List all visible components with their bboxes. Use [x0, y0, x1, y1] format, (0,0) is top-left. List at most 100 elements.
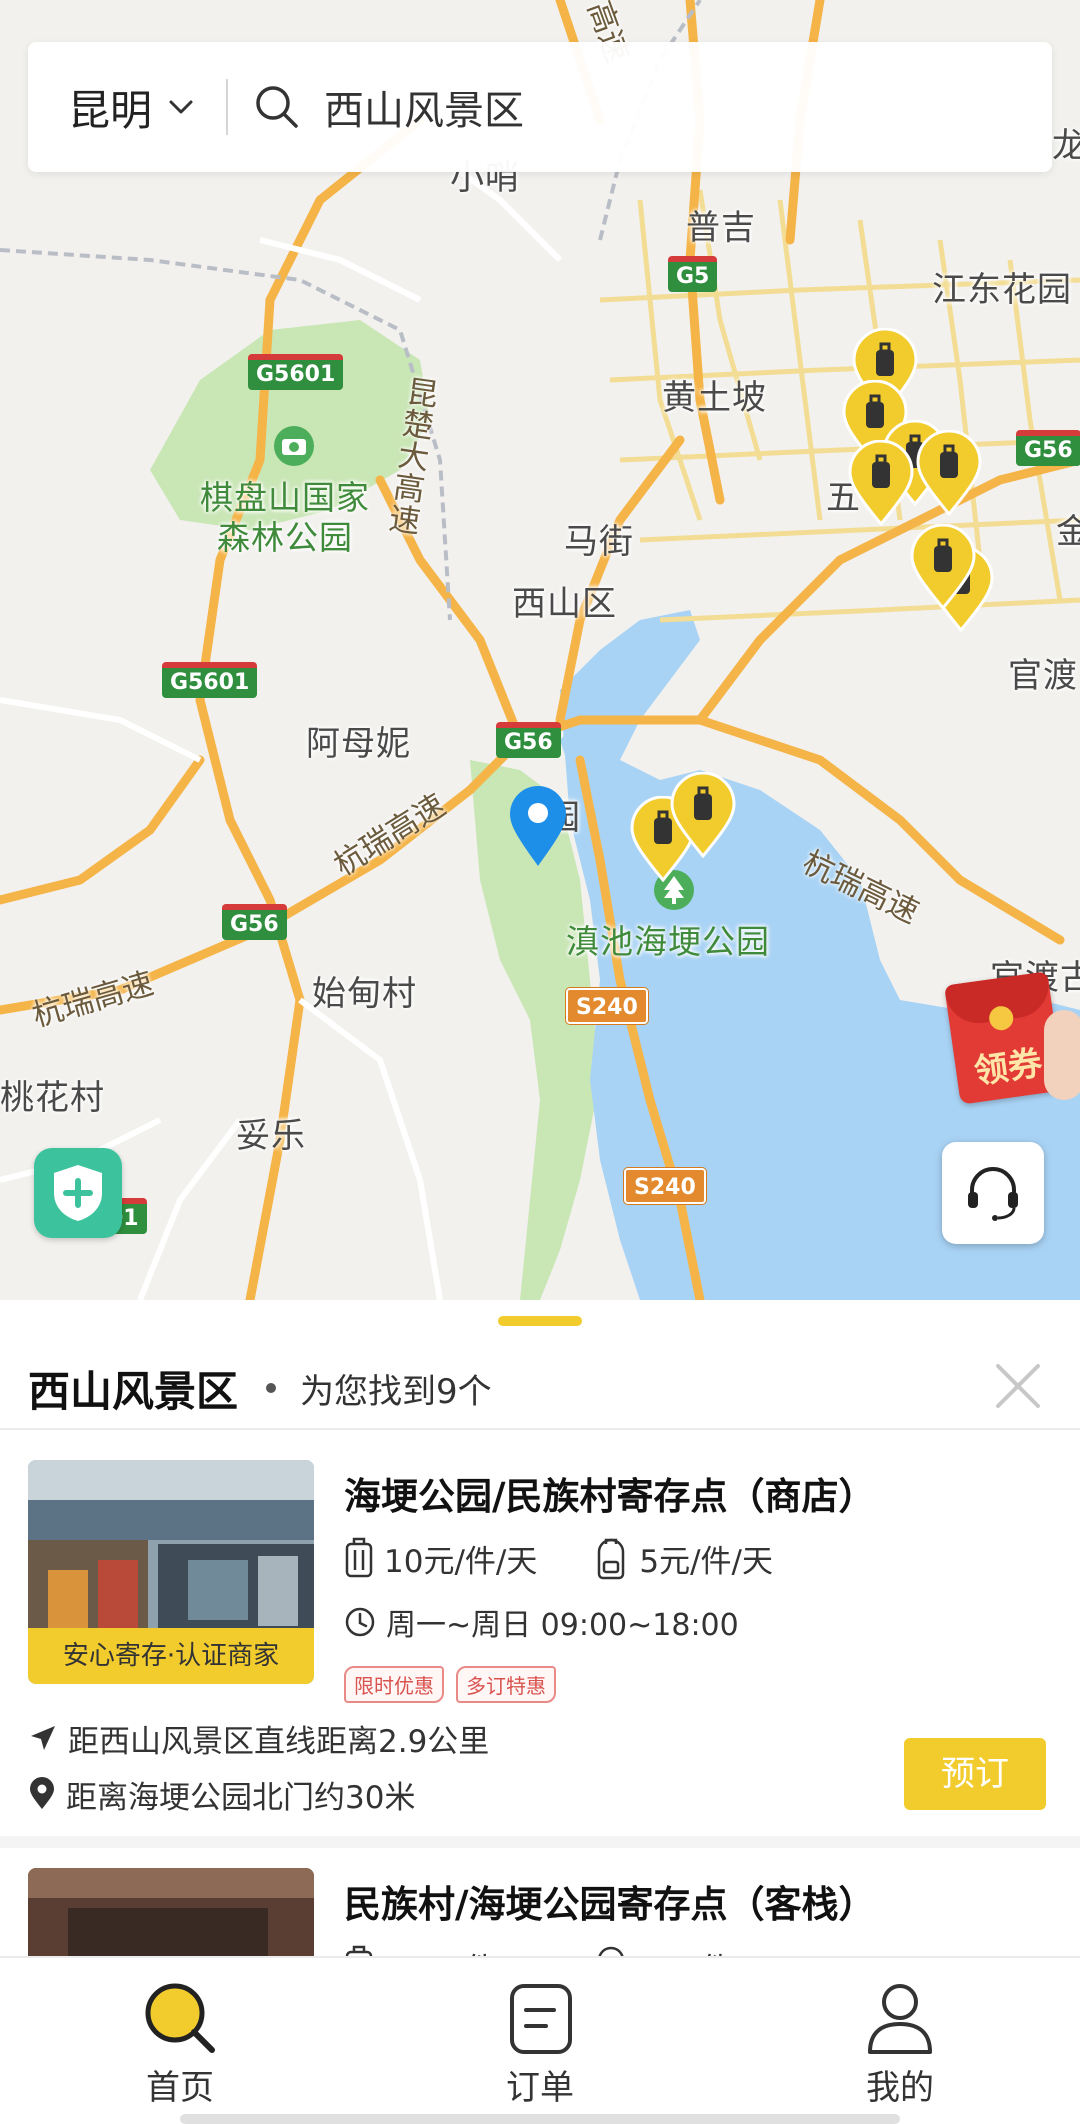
order-icon [510, 1984, 572, 2054]
price-row: 10元/件/天 5元/件/天 [344, 1942, 829, 1956]
map-label-amuni: 阿母妮 [306, 724, 411, 764]
road-shield-s240: S240 [566, 988, 648, 1024]
map-view[interactable]: 小哨 普吉 江东花园 黄土坡 马街 西山区 阿母妮 官渡 官渡古 始甸村 桃花村… [0, 0, 1080, 1300]
backpack-icon [598, 1946, 624, 1956]
drag-handle[interactable] [498, 1316, 582, 1326]
navigation-arrow-icon [31, 1726, 55, 1750]
storage-name: 民族村/海埂公园寄存点（客栈） [344, 1883, 876, 1926]
verified-merchant-badge: 安心寄存·认证商家 [28, 1628, 314, 1684]
map-label-qipanshan: 棋盘山国家 森林公园 [200, 478, 370, 558]
map-label-tuole: 妥乐 [236, 1116, 306, 1156]
map-label-dianchi-park: 滇池海埂公园 [566, 922, 770, 961]
large-price-text: 10元/件/天 [384, 1543, 538, 1580]
map-label-xishanqu: 西山区 [512, 584, 617, 624]
divider [0, 1428, 1080, 1430]
map-label-puji: 普吉 [686, 208, 756, 248]
location-pin-icon [30, 1777, 54, 1809]
search-icon [145, 1983, 215, 2053]
tab-profile[interactable]: 我的 [800, 1980, 1000, 2110]
map-label-guandu: 官渡 [1008, 656, 1078, 696]
map-label-taohuacun: 桃花村 [0, 1078, 105, 1118]
result-count: 为您找到9个 [300, 1371, 492, 1412]
search-input[interactable]: 西山风景区 [324, 78, 524, 136]
location-text: 距离海埂公园北门约30米 [66, 1779, 416, 1816]
city-selector[interactable]: 昆明 [28, 42, 196, 172]
hours-text: 周一~周日 09:00~18:00 [386, 1608, 739, 1643]
results-sheet: 西山风景区 为您找到9个 安心寄存·认证商家 海埂公园/民族村寄存点（商店） 1… [0, 1300, 1080, 1956]
road-shield-s240: S240 [624, 1168, 706, 1204]
tab-home[interactable]: 首页 [80, 1980, 280, 2110]
home-indicator [180, 2114, 900, 2124]
promo-tags: 限时优惠 多订特惠 [344, 1666, 568, 1703]
qipanshan-line2: 森林公园 [217, 518, 353, 557]
storage-result-card[interactable]: 安心寄存·认证商家 海埂公园/民族村寄存点（商店） 10元/件/天 5元/件/天 [0, 1454, 1080, 1834]
large-luggage-price: 10元/件/天 [344, 1944, 537, 1957]
road-shield-g5: G5 [668, 256, 718, 292]
qipanshan-line1: 棋盘山国家 [200, 478, 370, 517]
storage-result-card[interactable]: 民族村/海埂公园寄存点（客栈） 10元/件/天 5元/件/天 [0, 1862, 1080, 1956]
large-price-text: 10元/件/天 [384, 1944, 537, 1957]
map-label-long: 龙 [1052, 126, 1080, 166]
inn-image [28, 1868, 314, 1956]
hand-icon [1044, 1010, 1080, 1100]
distance-text: 距西山风景区直线距离2.9公里 [68, 1723, 490, 1760]
scenic-camera-icon [274, 426, 314, 466]
small-luggage-price: 5元/件/天 [593, 1944, 773, 1957]
map-label-jin: 金 [1056, 512, 1080, 552]
suitcase-icon [345, 1537, 373, 1578]
luggage-pin-icon[interactable] [848, 440, 914, 526]
large-luggage-price: 10元/件/天 [344, 1536, 537, 1581]
tab-label: 我的 [866, 2068, 934, 2108]
distance-row: 距西山风景区直线距离2.9公里 [28, 1716, 489, 1760]
tab-label: 订单 [506, 2068, 574, 2108]
tab-label: 首页 [146, 2068, 214, 2108]
close-icon[interactable] [990, 1358, 1046, 1414]
location-row: 距离海埂公园北门约30米 [28, 1772, 415, 1816]
sheet-header: 西山风景区 为您找到9个 [0, 1346, 1080, 1430]
map-label-jiangdong: 江东花园 [932, 270, 1072, 310]
city-name: 昆明 [68, 85, 153, 135]
coupon-button[interactable]: 领券 [944, 970, 1080, 1105]
price-row: 10元/件/天 5元/件/天 [344, 1534, 829, 1582]
luggage-pin-icon[interactable] [910, 524, 976, 610]
road-shield-g56: G56 [222, 904, 287, 940]
storage-photo [28, 1868, 314, 1956]
road-shield-g5601: G5601 [162, 662, 258, 698]
road-shield-g56: G56 [1016, 430, 1080, 466]
road-shield-g56: G56 [496, 722, 561, 758]
bottom-tab-bar: 首页 订单 我的 [0, 1956, 1080, 2124]
road-shield-g5601: G5601 [248, 354, 344, 390]
separator-dot [266, 1383, 277, 1393]
shield-plus-icon [54, 1165, 102, 1221]
destination-pin-icon[interactable] [508, 784, 568, 868]
promo-tag: 多订特惠 [456, 1666, 556, 1703]
chevron-down-icon [169, 100, 193, 114]
headset-icon [968, 1167, 1018, 1221]
suitcase-icon [345, 1945, 373, 1956]
tab-orders[interactable]: 订单 [440, 1980, 640, 2110]
map-label-shidiancun: 始甸村 [312, 974, 417, 1014]
storage-name: 海埂公园/民族村寄存点（商店） [344, 1475, 876, 1518]
small-luggage-price: 5元/件/天 [593, 1536, 773, 1581]
book-button[interactable]: 预订 [904, 1738, 1046, 1810]
luggage-pin-icon[interactable] [670, 772, 736, 858]
map-canvas [0, 0, 1080, 1300]
clock-icon [345, 1607, 375, 1637]
sheet-title: 西山风景区 [28, 1366, 239, 1416]
search-icon [256, 86, 298, 128]
map-label-majie: 马街 [564, 522, 634, 562]
card-divider [0, 1836, 1080, 1848]
map-label-huangtupo: 黄土坡 [662, 378, 767, 418]
customer-service-button[interactable] [942, 1142, 1044, 1244]
search-divider [226, 79, 229, 135]
promo-tag: 限时优惠 [344, 1666, 444, 1703]
backpack-icon [598, 1538, 625, 1580]
opening-hours: 周一~周日 09:00~18:00 [344, 1600, 739, 1644]
insurance-button[interactable] [34, 1148, 122, 1238]
small-price-text: 5元/件/天 [639, 1543, 773, 1580]
luggage-pin-icon[interactable] [916, 430, 982, 516]
small-price-text: 5元/件/天 [639, 1944, 773, 1957]
user-icon [868, 1984, 932, 2054]
search-bar: 昆明 西山风景区 [28, 42, 1052, 172]
storage-photo: 安心寄存·认证商家 [28, 1460, 314, 1684]
